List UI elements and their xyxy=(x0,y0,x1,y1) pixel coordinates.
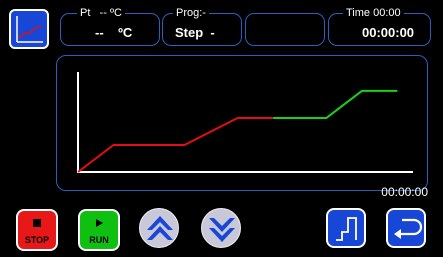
run-button[interactable]: RUN xyxy=(78,209,120,251)
program-steps-button[interactable] xyxy=(326,208,366,248)
temperature-panel: Pt -- ºC -- ºC xyxy=(60,7,160,46)
chart-plot xyxy=(77,72,413,173)
program-steps-icon xyxy=(336,217,357,241)
program-label: Prog:- xyxy=(173,7,209,20)
time-panel: Time 00:00 00:00:00 xyxy=(328,7,431,46)
stop-button[interactable]: STOP xyxy=(16,209,58,251)
pending-profile-line xyxy=(273,89,398,119)
temperature-label: Pt -- ºC xyxy=(77,7,125,20)
temperature-value: -- ºC xyxy=(95,25,133,40)
double-chevron-down-icon xyxy=(209,218,235,242)
stop-square-icon xyxy=(18,218,56,231)
time-value: 00:00:00 xyxy=(362,25,415,40)
elapsed-time: 00:00:00 xyxy=(381,185,428,199)
decrease-button[interactable] xyxy=(201,208,241,248)
completed-profile-line xyxy=(77,116,274,173)
program-panel: Prog:- Step - xyxy=(162,7,242,46)
play-triangle-icon xyxy=(80,218,118,231)
empty-status-panel xyxy=(245,13,325,46)
return-arrow-icon xyxy=(394,218,423,239)
chart-axes xyxy=(77,72,413,173)
run-label: RUN xyxy=(89,235,109,245)
program-step-value: Step - xyxy=(175,25,215,40)
increase-button[interactable] xyxy=(139,208,179,248)
stop-label: STOP xyxy=(24,235,50,245)
time-label: Time 00:00 xyxy=(343,7,404,20)
graph-chart-icon xyxy=(16,16,43,43)
graph-view-button[interactable] xyxy=(9,9,49,49)
program-chart xyxy=(56,55,428,191)
double-chevron-up-icon xyxy=(147,216,173,240)
back-button[interactable] xyxy=(386,208,426,248)
